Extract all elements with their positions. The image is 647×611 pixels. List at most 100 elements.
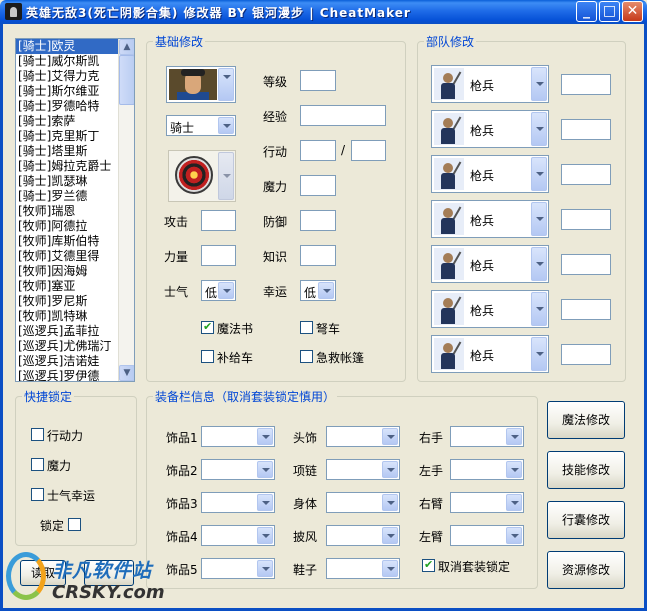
power-input[interactable]: [201, 245, 236, 266]
spellbook-checkbox[interactable]: [201, 320, 214, 334]
chevron-down-icon[interactable]: [257, 461, 273, 478]
equip-select[interactable]: [201, 558, 275, 579]
hero-list-item[interactable]: [骑士]索萨: [16, 114, 134, 129]
chevron-down-icon[interactable]: [218, 117, 234, 134]
chevron-down-icon[interactable]: [257, 527, 273, 544]
hero-list-item[interactable]: [骑士]威尔斯凯: [16, 54, 134, 69]
chevron-down-icon[interactable]: [218, 152, 234, 200]
chevron-down-icon[interactable]: [506, 494, 522, 511]
hero-list-item[interactable]: [牧师]凯特琳: [16, 309, 134, 324]
chevron-down-icon[interactable]: [218, 282, 234, 299]
skill-select[interactable]: [168, 150, 236, 202]
hero-list-item[interactable]: [牧师]因海姆: [16, 264, 134, 279]
hero-list-item[interactable]: [牧师]罗尼斯: [16, 294, 134, 309]
hero-list-item[interactable]: [牧师]瑞恩: [16, 204, 134, 219]
hero-portrait-select[interactable]: [166, 66, 236, 103]
troop-count-input-5[interactable]: [561, 254, 611, 275]
unlock-set-checkbox[interactable]: [422, 558, 435, 572]
equip-select[interactable]: [450, 492, 524, 513]
hero-list-item[interactable]: [巡逻兵]洁诺娃: [16, 354, 134, 369]
equip-select[interactable]: [201, 525, 275, 546]
hero-list-item[interactable]: [骑士]艾得力克: [16, 69, 134, 84]
hero-list-item[interactable]: [牧师]阿德拉: [16, 219, 134, 234]
chevron-down-icon[interactable]: [531, 202, 547, 236]
chevron-down-icon[interactable]: [382, 527, 398, 544]
troop-count-input-7[interactable]: [561, 344, 611, 365]
chevron-down-icon[interactable]: [382, 428, 398, 445]
hero-list-scrollbar[interactable]: ▲ ▼: [118, 39, 134, 381]
hero-list-item[interactable]: [骑士]塔里斯: [16, 144, 134, 159]
luck-select[interactable]: 低: [300, 280, 336, 301]
equip-select[interactable]: [326, 558, 400, 579]
morale-select[interactable]: 低: [201, 280, 236, 301]
scroll-thumb[interactable]: [119, 55, 134, 105]
lock-morale-luck-checkbox[interactable]: [31, 488, 44, 501]
chevron-down-icon[interactable]: [531, 112, 547, 146]
ammo-cart-checkbox[interactable]: [201, 350, 214, 363]
lock-move-checkbox[interactable]: [31, 428, 44, 441]
troop-select-7[interactable]: 枪兵: [431, 335, 549, 373]
equip-select[interactable]: [450, 525, 524, 546]
minimize-button[interactable]: _: [576, 1, 597, 22]
hero-list-item[interactable]: [牧师]库斯伯特: [16, 234, 134, 249]
magic-modify-button[interactable]: 魔法修改: [547, 401, 625, 439]
hero-list-item[interactable]: [骑士]罗兰德: [16, 189, 134, 204]
scroll-down-icon[interactable]: ▼: [119, 365, 134, 381]
chevron-down-icon[interactable]: [382, 461, 398, 478]
hero-list-item[interactable]: [骑士]欧灵: [16, 39, 134, 54]
troop-count-input-4[interactable]: [561, 209, 611, 230]
equip-select[interactable]: [326, 525, 400, 546]
bag-modify-button[interactable]: 行囊修改: [547, 501, 625, 539]
equip-select[interactable]: [201, 459, 275, 480]
hero-list-item[interactable]: [牧师]艾德里得: [16, 249, 134, 264]
hero-list-item[interactable]: [骑士]罗德哈特: [16, 99, 134, 114]
troop-select-6[interactable]: 枪兵: [431, 290, 549, 328]
chevron-down-icon[interactable]: [257, 428, 273, 445]
chevron-down-icon[interactable]: [218, 68, 234, 101]
mana-input[interactable]: [300, 175, 336, 196]
equip-select[interactable]: [326, 459, 400, 480]
resource-modify-button[interactable]: 资源修改: [547, 551, 625, 589]
chevron-down-icon[interactable]: [531, 292, 547, 326]
chevron-down-icon[interactable]: [257, 494, 273, 511]
troop-count-input-6[interactable]: [561, 299, 611, 320]
exp-input[interactable]: [300, 105, 386, 126]
chevron-down-icon[interactable]: [506, 428, 522, 445]
equip-select[interactable]: [201, 426, 275, 447]
chevron-down-icon[interactable]: [506, 527, 522, 544]
chevron-down-icon[interactable]: [531, 67, 547, 101]
equip-select[interactable]: [450, 426, 524, 447]
first-aid-checkbox[interactable]: [300, 350, 313, 363]
chevron-down-icon[interactable]: [531, 337, 547, 371]
defense-input[interactable]: [300, 210, 336, 231]
equip-select[interactable]: [450, 459, 524, 480]
hero-list-item[interactable]: [牧师]塞亚: [16, 279, 134, 294]
attack-input[interactable]: [201, 210, 236, 231]
hero-list[interactable]: [骑士]欧灵 [骑士]威尔斯凯 [骑士]艾得力克 [骑士]斯尔维亚 [骑士]罗德哈特 [骑…: [15, 38, 135, 382]
move-max-input[interactable]: [351, 140, 386, 161]
lock-all-checkbox[interactable]: [68, 518, 81, 531]
troop-select-3[interactable]: 枪兵: [431, 155, 549, 193]
hero-list-item[interactable]: [骑士]克里斯丁: [16, 129, 134, 144]
close-button[interactable]: ✕: [622, 1, 643, 22]
chevron-down-icon[interactable]: [382, 494, 398, 511]
hero-list-item[interactable]: [骑士]姆拉克爵士: [16, 159, 134, 174]
troop-count-input-1[interactable]: [561, 74, 611, 95]
hero-list-item[interactable]: [骑士]斯尔维亚: [16, 84, 134, 99]
chevron-down-icon[interactable]: [506, 461, 522, 478]
ballista-checkbox[interactable]: [300, 321, 313, 334]
title-bar[interactable]: 英雄无敌3(死亡阴影合集) 修改器 BY 银河漫步 | CheatMaker _…: [0, 0, 647, 24]
skill-modify-button[interactable]: 技能修改: [547, 451, 625, 489]
chevron-down-icon[interactable]: [382, 560, 398, 577]
hero-list-item[interactable]: [巡逻兵]孟菲拉: [16, 324, 134, 339]
level-input[interactable]: [300, 70, 336, 91]
lock-mana-checkbox[interactable]: [31, 458, 44, 471]
knowledge-input[interactable]: [300, 245, 336, 266]
troop-count-input-2[interactable]: [561, 119, 611, 140]
equip-select[interactable]: [326, 426, 400, 447]
troop-select-4[interactable]: 枪兵: [431, 200, 549, 238]
equip-select[interactable]: [201, 492, 275, 513]
class-select[interactable]: 骑士: [166, 115, 236, 136]
troop-select-2[interactable]: 枪兵: [431, 110, 549, 148]
hero-list-item[interactable]: [巡逻兵]尤佛瑞汀: [16, 339, 134, 354]
